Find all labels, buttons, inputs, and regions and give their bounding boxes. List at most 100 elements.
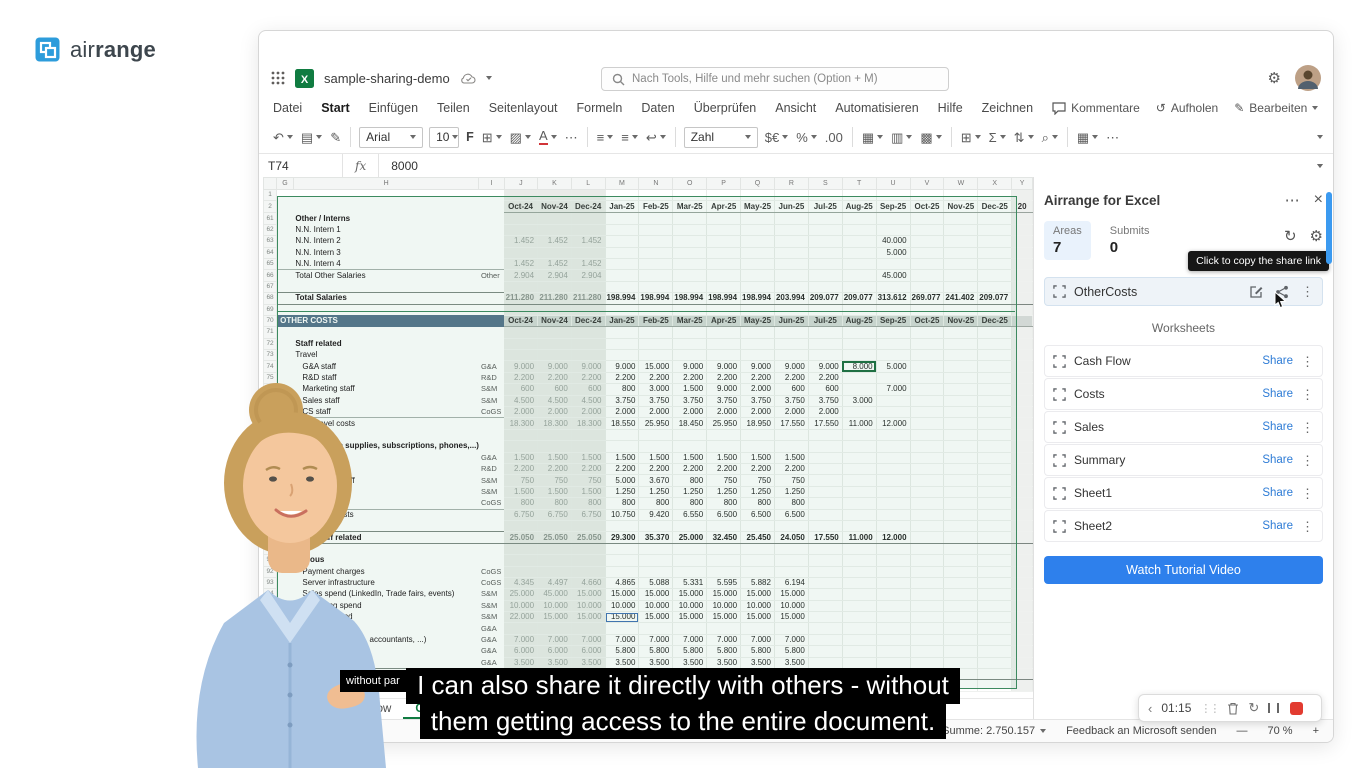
cell[interactable]: 9.000 [706,360,742,373]
cell[interactable] [672,224,708,237]
cell[interactable]: 45.000 [537,588,572,601]
number-format-select[interactable]: Zahl [683,126,758,148]
cell[interactable]: 1.500 [672,383,708,396]
row-header-71[interactable]: 71 [262,326,278,339]
cell[interactable] [672,247,708,259]
cell[interactable]: Nov-24 [537,314,572,328]
col-header-Y[interactable]: Y [1011,177,1033,190]
cell-category[interactable]: S&M [479,384,504,395]
cell[interactable]: 1.250 [706,486,742,499]
cell[interactable] [504,543,539,556]
cell[interactable]: 2.200 [537,372,572,385]
cell[interactable]: 800 [605,497,640,510]
cell[interactable]: Oct-24 [504,314,539,328]
cell[interactable]: 198.994 [706,292,742,305]
cell[interactable] [740,554,775,567]
cell[interactable]: May-25 [740,314,775,328]
cell[interactable]: 5.000 [876,360,911,373]
cell[interactable]: Nov-25 [943,200,979,214]
cell[interactable] [977,543,1013,556]
cell[interactable] [672,269,708,282]
cell[interactable] [910,634,945,647]
cell[interactable]: 18.300 [537,417,572,430]
settings-gear-icon[interactable]: ⚙ [1268,69,1281,87]
sort-filter-icon[interactable]: ⇅ [1010,131,1038,144]
cell[interactable] [740,543,775,556]
cell[interactable]: Dec-25 [977,200,1013,214]
cell-category[interactable] [478,417,505,430]
font-size-select[interactable]: 10 [429,126,460,148]
cell[interactable]: 4.500 [537,395,572,408]
catch-up-button[interactable]: ↺ Aufholen [1156,101,1218,115]
cell[interactable]: 18.550 [605,417,640,430]
cell[interactable] [1011,224,1033,237]
cell[interactable]: 1.250 [638,486,674,499]
cell[interactable] [638,520,674,533]
cell[interactable] [638,543,674,556]
cell[interactable] [977,554,1013,567]
cell[interactable] [910,235,945,248]
cell[interactable] [910,212,945,225]
col-header-M[interactable]: M [604,177,640,190]
title-chevron-down-icon[interactable] [485,76,492,80]
cell[interactable]: 4.500 [571,395,606,408]
ribbon-collapse-chevron-icon[interactable] [1317,135,1323,139]
cell[interactable]: 2.200 [672,372,708,385]
percent-icon[interactable]: % [792,131,821,144]
cell[interactable] [943,634,979,647]
cell-category[interactable] [479,327,504,338]
cell[interactable] [910,383,945,396]
cell[interactable]: 6.000 [504,645,539,658]
cell-category[interactable]: S&M [479,612,504,623]
cell[interactable]: 209.077 [977,292,1013,305]
cell[interactable] [706,304,742,316]
cell[interactable] [977,566,1013,578]
cell[interactable] [842,577,877,590]
cell-category[interactable] [479,304,504,315]
cell[interactable] [605,543,640,556]
cell[interactable]: 800 [605,383,640,396]
cell[interactable]: 3.500 [740,657,775,670]
cell[interactable]: 5.800 [706,645,742,658]
cell[interactable] [943,360,979,373]
cell[interactable]: 1.500 [672,452,708,465]
cell[interactable] [537,224,572,237]
cell[interactable] [808,189,843,202]
col-header-K[interactable]: K [537,177,572,190]
cell[interactable] [571,304,606,316]
cell[interactable] [1011,622,1033,635]
cell[interactable] [638,224,674,237]
cell[interactable]: 1.500 [504,452,539,465]
cell[interactable] [842,235,877,248]
cell[interactable] [774,622,809,635]
row-header-69[interactable]: 69 [262,303,278,316]
cell[interactable] [876,349,911,362]
cell[interactable]: 2.200 [774,463,809,476]
select-all-corner[interactable] [262,177,278,190]
cell[interactable] [571,622,606,635]
cell-category[interactable]: S&M [479,486,504,497]
cell[interactable] [977,520,1013,533]
cell[interactable]: 18.300 [504,417,539,430]
cell[interactable] [706,543,742,556]
cell[interactable] [808,281,843,294]
cell[interactable] [977,645,1013,658]
menu-ansicht[interactable]: Ansicht [775,101,816,115]
cell[interactable]: 6.194 [774,577,809,590]
cell[interactable] [571,440,606,453]
cell[interactable] [537,566,572,578]
cell[interactable] [774,520,809,533]
cell[interactable]: 3.500 [537,657,572,670]
worksheet-item-sheet2[interactable]: Sheet2 Share ⋮ [1044,510,1323,542]
font-color-icon[interactable]: A [535,129,561,145]
worksheet-item-sheet1[interactable]: Sheet1 Share ⋮ [1044,477,1323,509]
cell[interactable] [842,634,877,647]
cell[interactable] [1011,304,1033,316]
menu-start[interactable]: Start [321,101,349,115]
col-header-U[interactable]: U [875,177,911,190]
cell[interactable] [605,566,640,578]
cell[interactable]: 12.000 [876,417,911,430]
other-costs-header-cell[interactable]: OTHER COSTS [276,315,505,327]
cell[interactable] [605,429,640,442]
cell[interactable]: 15.000 [706,611,742,624]
